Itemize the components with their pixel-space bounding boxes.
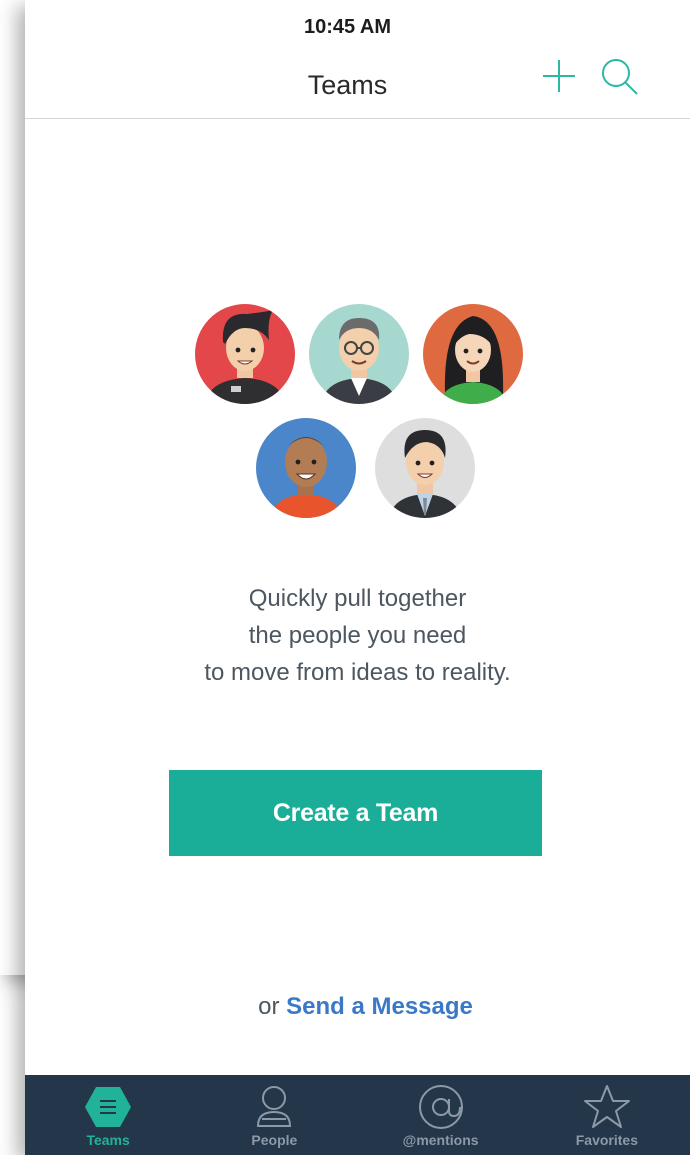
tab-label: @mentions xyxy=(402,1132,479,1148)
create-team-button[interactable]: Create a Team xyxy=(169,770,542,856)
avatar xyxy=(195,304,295,404)
tab-label: People xyxy=(251,1132,298,1148)
tagline-line: to move from ideas to reality. xyxy=(204,659,511,686)
avatar xyxy=(423,304,523,404)
team-avatars-illustration xyxy=(25,290,690,530)
tab-label: Favorites xyxy=(575,1132,638,1148)
send-prefix: or xyxy=(258,993,280,1020)
teams-screen: 10:45 AM Teams Quickly pull together the… xyxy=(25,0,690,1155)
tab-mentions[interactable]: @mentions xyxy=(358,1075,524,1155)
star-icon xyxy=(583,1085,630,1128)
tab-favorites[interactable]: Favorites xyxy=(524,1075,690,1155)
tab-people[interactable]: People xyxy=(191,1075,357,1155)
page-title: Teams xyxy=(307,70,388,100)
tab-teams[interactable]: Teams xyxy=(25,1075,191,1155)
search-icon[interactable] xyxy=(597,54,641,98)
tab-label: Teams xyxy=(86,1132,130,1148)
tagline-line: the people you need xyxy=(248,622,467,649)
status-time: 10:45 AM xyxy=(303,16,392,38)
person-icon xyxy=(257,1086,292,1127)
send-message-prompt: or Send a Message xyxy=(25,993,690,1021)
send-message-link[interactable]: Send a Message xyxy=(286,993,473,1020)
avatar xyxy=(375,418,475,518)
nav-divider xyxy=(25,118,690,119)
teams-icon xyxy=(85,1087,132,1127)
tagline-line: Quickly pull together xyxy=(248,585,467,612)
avatar xyxy=(309,304,409,404)
at-icon xyxy=(418,1085,463,1129)
tagline: Quickly pull together the people you nee… xyxy=(125,580,590,691)
tab-bar: Teams People @mentions Favorites xyxy=(25,1075,690,1155)
avatar xyxy=(256,418,356,518)
plus-icon[interactable] xyxy=(539,56,579,96)
